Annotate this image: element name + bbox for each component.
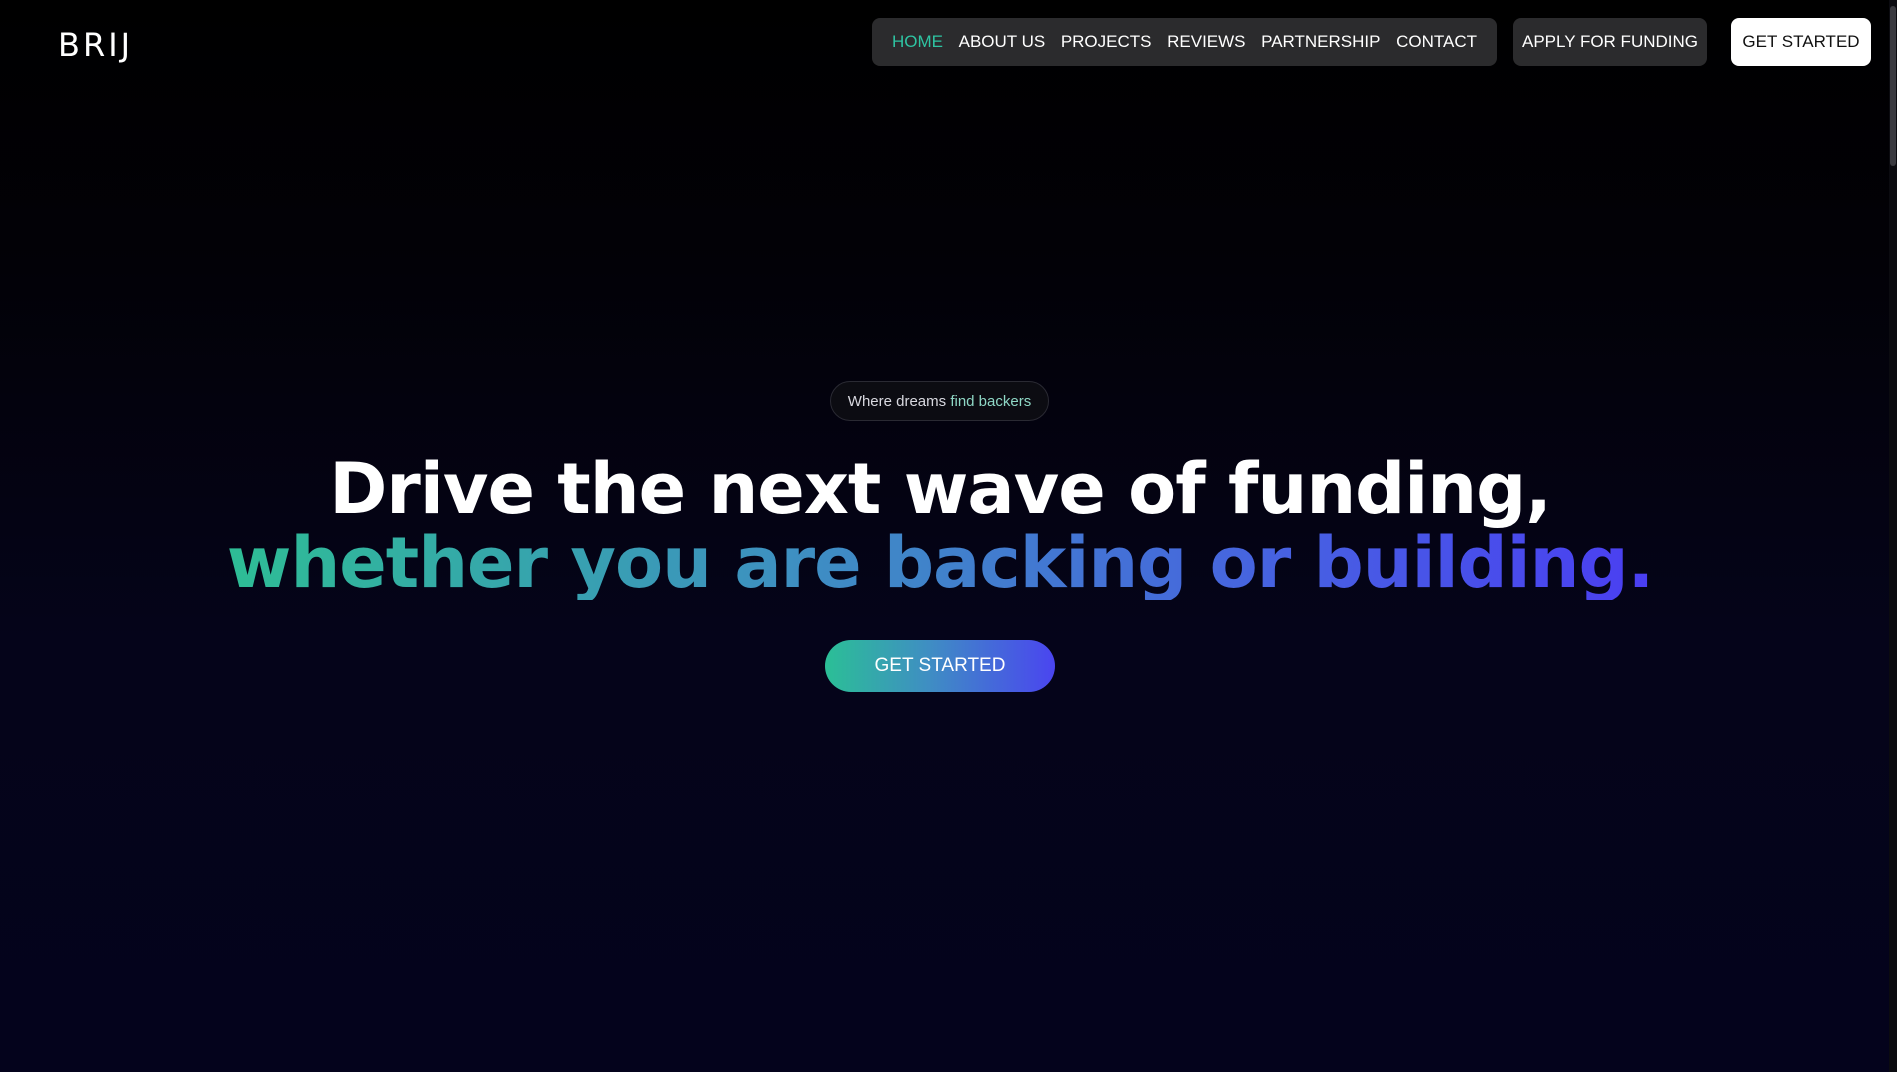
nav-item-reviews[interactable]: REVIEWS <box>1167 32 1245 52</box>
hero-get-started-button[interactable]: GET STARTED <box>825 640 1055 692</box>
headline-line-2: whether you are backing or building. <box>226 522 1654 604</box>
headline-line-1: Drive the next wave of funding, <box>329 448 1552 530</box>
brand-logo[interactable]: BRIJ <box>58 26 133 64</box>
tagline-pill: Where dreams find backers <box>830 381 1049 421</box>
main-nav: HOME ABOUT US PROJECTS REVIEWS PARTNERSH… <box>872 18 1497 66</box>
landing-page: BRIJ HOME ABOUT US PROJECTS REVIEWS PART… <box>0 0 1897 1072</box>
nav-item-partnership[interactable]: PARTNERSHIP <box>1261 32 1380 52</box>
page-scrollbar[interactable] <box>1889 0 1897 1072</box>
apply-for-funding-button[interactable]: APPLY FOR FUNDING <box>1513 18 1707 66</box>
nav-item-projects[interactable]: PROJECTS <box>1061 32 1152 52</box>
header-get-started-button[interactable]: GET STARTED <box>1731 18 1871 66</box>
nav-item-about-us[interactable]: ABOUT US <box>959 32 1046 52</box>
scrollbar-thumb[interactable] <box>1890 6 1896 166</box>
nav-item-contact[interactable]: CONTACT <box>1396 32 1477 52</box>
tagline-prefix: Where dreams <box>847 392 947 410</box>
tagline-highlight: find backers <box>950 392 1032 410</box>
hero-headline: Drive the next wave of funding, whether … <box>0 452 1880 600</box>
nav-item-home[interactable]: HOME <box>892 32 943 52</box>
